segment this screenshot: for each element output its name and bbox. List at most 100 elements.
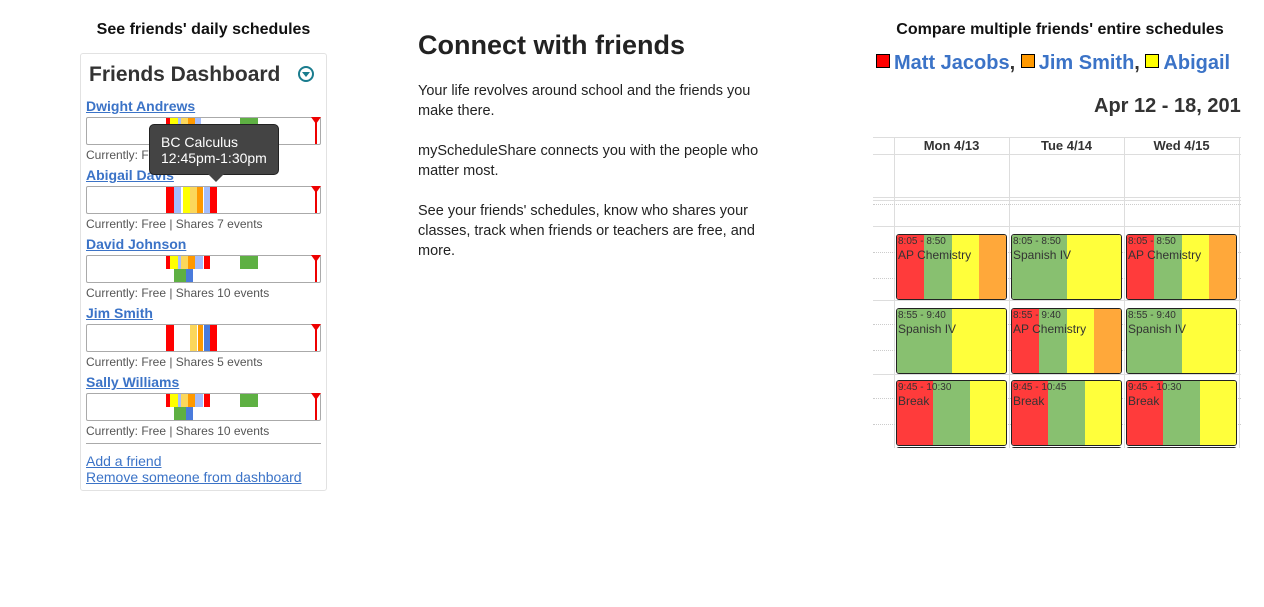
event-time: 8:05 - 8:50 [1128, 236, 1176, 247]
calendar-event[interactable]: 8:05 - 8:50 AP Chemistry [896, 234, 1007, 300]
schedule-event-block[interactable] [203, 394, 211, 407]
schedule-event-block[interactable] [195, 394, 204, 407]
day-header[interactable]: Wed 4/15 [1124, 138, 1239, 153]
legend-swatch [876, 54, 890, 68]
intro-paragraph: Your life revolves around school and the… [418, 83, 751, 119]
grid-line [1009, 137, 1010, 448]
schedule-event-block[interactable] [203, 325, 211, 351]
grid-line [873, 154, 1241, 155]
event-label: 8:05 - 8:50 AP Chemistry [898, 236, 971, 263]
divider [86, 443, 321, 444]
legend-friend-link[interactable]: Jim Smith [1039, 52, 1135, 74]
schedule-event-block[interactable] [169, 394, 178, 407]
schedule-event-block[interactable] [186, 269, 193, 282]
event-friend-stripe [969, 381, 1006, 445]
event-friend-stripe [978, 235, 1006, 299]
event-title: Spanish IV [898, 322, 957, 336]
schedule-event-block[interactable] [188, 256, 196, 269]
schedule-event-block[interactable] [166, 325, 175, 351]
calendar-event[interactable]: 9:45 - 10:45 Break [1011, 380, 1122, 446]
schedule-event-block[interactable] [189, 187, 197, 213]
schedule-event-block[interactable] [196, 187, 204, 213]
friend-name-link[interactable]: Dwight Andrews [86, 98, 322, 115]
friend-name-link[interactable]: David Johnson [86, 236, 322, 253]
friend-item: Jim Smith Currently: Free | Shares 5 even… [86, 305, 322, 369]
schedule-event-block[interactable] [174, 407, 187, 420]
day-header[interactable]: Tue 4/14 [1009, 138, 1124, 153]
schedule-event-block[interactable] [181, 256, 189, 269]
schedule-event-block[interactable] [174, 187, 182, 213]
dashboard-title: Friends Dashboard [89, 63, 281, 86]
grid-line [894, 137, 895, 448]
schedule-event-block[interactable] [182, 187, 190, 213]
calendar-event[interactable]: 8:55 - 9:40 Spanish IV [1126, 308, 1237, 374]
event-friend-stripe [1199, 381, 1236, 445]
schedule-event-block[interactable] [174, 269, 187, 282]
date-range: Apr 12 - 18, 201 [1094, 95, 1241, 117]
calendar-event[interactable] [1011, 447, 1122, 448]
event-title: Break [898, 394, 930, 408]
legend-friend-link[interactable]: Matt Jacobs [894, 52, 1010, 74]
calendar-event[interactable]: 8:55 - 9:40 Spanish IV [896, 308, 1007, 374]
current-time-marker [311, 117, 321, 144]
schedule-event-block[interactable] [169, 256, 178, 269]
friend-item: David Johnson Currently: Free | Shares 10… [86, 236, 322, 300]
calendar-event[interactable]: 8:55 - 9:40 AP Chemistry [1011, 308, 1122, 374]
event-title: Spanish IV [1013, 248, 1072, 262]
friend-status: Currently: Free | Shares 10 events [86, 286, 270, 300]
grid-line [873, 204, 1241, 205]
event-label: 8:55 - 9:40 Spanish IV [1128, 310, 1186, 337]
schedule-timeline[interactable] [86, 186, 321, 214]
event-label: 8:55 - 9:40 Spanish IV [898, 310, 956, 337]
event-time: 8:55 - 9:40 [1128, 310, 1176, 321]
legend-friend-link[interactable]: Abigail [1163, 52, 1230, 74]
schedule-event-block[interactable] [189, 325, 197, 351]
schedule-event-block[interactable] [166, 187, 175, 213]
day-header[interactable]: Mon 4/13 [894, 138, 1009, 153]
event-friend-stripe [1181, 309, 1236, 373]
intro-paragraph: myScheduleShare connects you with the pe… [418, 143, 759, 179]
current-time-marker [311, 324, 321, 351]
schedule-timeline[interactable] [86, 393, 321, 421]
schedule-timeline[interactable] [86, 324, 321, 352]
event-label: 8:55 - 9:40 AP Chemistry [1013, 310, 1086, 337]
event-friend-stripe [1093, 309, 1121, 373]
event-friend-stripe [1066, 235, 1121, 299]
schedule-event-block[interactable] [210, 325, 218, 351]
event-title: AP Chemistry [1013, 322, 1087, 336]
tooltip-time: 12:45pm-1:30pm [161, 150, 267, 166]
calendar-event[interactable] [896, 447, 1007, 448]
event-friend-stripe [951, 309, 1006, 373]
schedule-event-block[interactable] [203, 256, 211, 269]
schedule-event-block[interactable] [239, 256, 259, 269]
friend-name-link[interactable]: Jim Smith [86, 305, 322, 322]
schedule-event-block[interactable] [210, 187, 218, 213]
calendar-event[interactable]: 9:45 - 10:30 Break [896, 380, 1007, 446]
calendar-event[interactable]: 9:45 - 10:30 Break [1126, 380, 1237, 446]
grid-line [1124, 137, 1125, 448]
friend-name-link[interactable]: Sally Williams [86, 374, 322, 391]
calendar-event[interactable]: 8:05 - 8:50 Spanish IV [1011, 234, 1122, 300]
remove-friend-link[interactable]: Remove someone from dashboard [86, 469, 302, 485]
friend-item: Sally Williams Currently: Free | Shares 1… [86, 374, 322, 438]
schedule-event-block[interactable] [188, 394, 196, 407]
schedule-timeline[interactable] [86, 255, 321, 283]
calendar-event[interactable] [1126, 447, 1237, 448]
event-title: AP Chemistry [898, 248, 972, 262]
legend-separator: , [1134, 52, 1146, 74]
current-time-marker [311, 255, 321, 282]
event-title: AP Chemistry [1128, 248, 1202, 262]
grid-line [873, 374, 1241, 375]
chevron-down-circle-icon[interactable] [298, 66, 314, 82]
friend-status: Currently: Free | Shares 5 events [86, 355, 263, 369]
schedule-event-block[interactable] [239, 394, 259, 407]
schedule-event-block[interactable] [203, 187, 211, 213]
calendar-event[interactable]: 8:05 - 8:50 AP Chemistry [1126, 234, 1237, 300]
schedule-event-block[interactable] [195, 256, 204, 269]
event-friend-stripe [1208, 235, 1236, 299]
grid-line [873, 197, 1241, 198]
event-label: 9:45 - 10:45 Break [1013, 382, 1066, 409]
schedule-event-block[interactable] [186, 407, 193, 420]
schedule-event-block[interactable] [181, 394, 189, 407]
add-friend-link[interactable]: Add a friend [86, 453, 162, 469]
